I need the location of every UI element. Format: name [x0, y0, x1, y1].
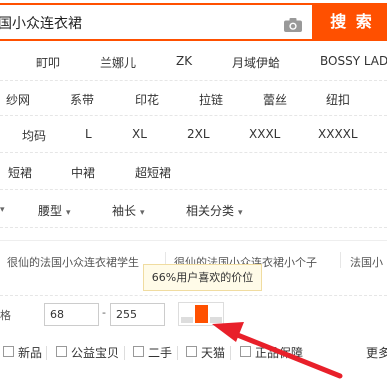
chevron-down-icon: ▾: [66, 208, 71, 218]
brand-item[interactable]: 月域伊蛤: [232, 54, 280, 71]
chevron-down-icon: ▾: [238, 208, 243, 218]
related-tag[interactable]: 很仙的法国小众连衣裙学生: [7, 254, 139, 270]
brand-item[interactable]: 町叩: [36, 54, 60, 71]
related-tag[interactable]: 法国小: [350, 254, 383, 270]
brand-item[interactable]: ZK: [176, 54, 192, 68]
length-item[interactable]: 短裙: [8, 164, 32, 181]
price-label-fragment: 格: [0, 309, 11, 322]
dropdown-waist[interactable]: 腰型 ▾: [38, 202, 71, 219]
brand-item[interactable]: BOSSY LAD: [320, 54, 387, 68]
size-row: 均码 L XL 2XL XXXL XXXXL: [0, 116, 387, 153]
checkbox-tmall[interactable]: [186, 346, 197, 357]
price-bar-highlighted[interactable]: [195, 305, 208, 323]
divider: [46, 346, 47, 360]
style-row: 纱网 系带 印花 拉链 蕾丝 纽扣: [0, 81, 387, 116]
search-box[interactable]: 国小众连衣裙: [0, 3, 312, 41]
checkbox-label[interactable]: 正品保障: [255, 344, 303, 361]
dropdown-category[interactable]: 相关分类 ▾: [186, 202, 243, 219]
checkbox-authentic[interactable]: [240, 346, 251, 357]
size-item[interactable]: L: [85, 127, 92, 141]
length-item[interactable]: 中裙: [71, 164, 95, 181]
price-row: 格 68 - 255: [0, 295, 387, 331]
checkbox-label[interactable]: 天猫: [201, 344, 225, 361]
dropdown-label: 袖长: [112, 204, 137, 218]
length-item[interactable]: 超短裙: [135, 164, 171, 181]
filter-row: 新品 公益宝贝 二手 天猫 正品保障 更多: [0, 336, 387, 372]
checkbox-charity[interactable]: [56, 346, 67, 357]
search-button[interactable]: 搜 索: [312, 3, 387, 41]
price-max-input[interactable]: 255: [110, 303, 165, 326]
search-input[interactable]: 国小众连衣裙: [0, 13, 82, 33]
divider: [124, 346, 125, 360]
camera-icon[interactable]: [284, 18, 302, 32]
size-item[interactable]: XXXXL: [318, 127, 358, 141]
price-min-input[interactable]: 68: [44, 303, 99, 326]
brand-row: 町叩 兰娜儿 ZK 月域伊蛤 BOSSY LAD: [0, 46, 387, 81]
style-item[interactable]: 蕾丝: [263, 91, 287, 108]
price-dash: -: [102, 306, 106, 319]
size-item[interactable]: 均码: [22, 127, 46, 144]
checkbox-new[interactable]: [3, 346, 14, 357]
divider: [177, 346, 178, 360]
price-preference-tooltip: 66%用户喜欢的价位: [143, 264, 262, 291]
length-row: 短裙 中裙 超短裙: [0, 153, 387, 190]
size-item[interactable]: XL: [132, 127, 147, 141]
more-link[interactable]: 更多: [366, 344, 387, 361]
style-item[interactable]: 印花: [135, 91, 159, 108]
divider: [230, 346, 231, 360]
brand-item[interactable]: 兰娜儿: [100, 54, 136, 71]
checkbox-label[interactable]: 新品: [18, 344, 42, 361]
chevron-down-icon: ▾: [0, 205, 5, 215]
style-item[interactable]: 纽扣: [326, 91, 350, 108]
size-item[interactable]: 2XL: [187, 127, 210, 141]
dropdown-sleeve[interactable]: 袖长 ▾: [112, 202, 145, 219]
size-item[interactable]: XXXL: [249, 127, 280, 141]
price-bar[interactable]: [210, 317, 222, 323]
chevron-down-icon: ▾: [140, 208, 145, 218]
dropdown-label: 相关分类: [186, 204, 235, 218]
dropdown-row: ▾ 腰型 ▾ 袖长 ▾ 相关分类 ▾: [0, 190, 387, 228]
price-bar[interactable]: [181, 317, 193, 323]
price-range-histogram[interactable]: [178, 302, 224, 326]
checkbox-secondhand[interactable]: [133, 346, 144, 357]
checkbox-label[interactable]: 公益宝贝: [71, 344, 119, 361]
dropdown-label: 腰型: [38, 204, 63, 218]
search-bar: 国小众连衣裙 搜 索: [0, 0, 387, 46]
style-item[interactable]: 拉链: [199, 91, 223, 108]
leading-dropdown-caret[interactable]: ▾: [0, 201, 5, 215]
divider: [340, 252, 341, 268]
style-item[interactable]: 纱网: [6, 91, 30, 108]
checkbox-label[interactable]: 二手: [148, 344, 172, 361]
style-item[interactable]: 系带: [70, 91, 94, 108]
